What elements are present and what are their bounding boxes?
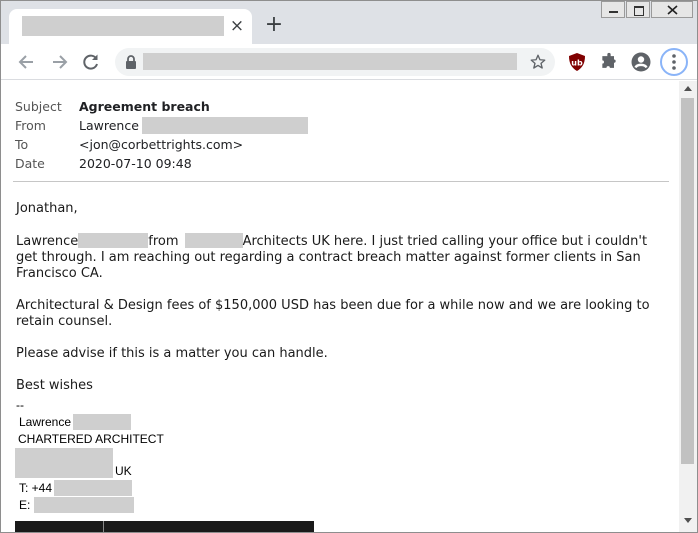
sig-email-redacted bbox=[34, 497, 135, 513]
forward-button[interactable] bbox=[48, 51, 70, 73]
minimize-button[interactable] bbox=[601, 1, 625, 18]
new-tab-button[interactable]: + bbox=[264, 14, 284, 36]
sig-address-redacted bbox=[15, 448, 113, 478]
close-window-button[interactable] bbox=[651, 1, 693, 18]
greeting: Jonathan, bbox=[16, 201, 78, 216]
header-divider bbox=[13, 181, 669, 182]
from-address-redacted bbox=[141, 117, 308, 134]
to-value: <jon@corbettrights.com> bbox=[79, 137, 244, 152]
company-logo-banner bbox=[15, 521, 314, 532]
profile-avatar-icon[interactable] bbox=[631, 52, 651, 72]
sig-country: UK bbox=[115, 464, 132, 478]
lock-icon bbox=[126, 55, 136, 69]
paragraph-2: Architectural & Design fees of $150,000 … bbox=[16, 298, 650, 329]
from-name: Lawrence bbox=[79, 118, 139, 133]
signature-block: -- Lawrence CHARTERED ARCHITECT UK T: +4… bbox=[15, 397, 165, 514]
ublock-origin-icon[interactable]: ub bbox=[567, 52, 587, 72]
scroll-thumb[interactable] bbox=[681, 98, 694, 464]
reload-button[interactable] bbox=[80, 51, 102, 73]
url-redacted bbox=[143, 53, 517, 70]
window-controls bbox=[601, 1, 693, 19]
back-button[interactable] bbox=[16, 51, 38, 73]
paragraph-3: Please advise if this is a matter you ca… bbox=[16, 346, 328, 361]
subject-value: Agreement breach bbox=[79, 99, 210, 114]
email-viewer: Subject Agreement breach From Lawrence T… bbox=[1, 81, 679, 532]
active-tab[interactable]: × bbox=[9, 9, 252, 44]
surname-redacted bbox=[78, 233, 149, 248]
sig-phone-redacted bbox=[54, 480, 133, 496]
sig-address-line: UK bbox=[15, 448, 162, 480]
svg-text:ub: ub bbox=[571, 59, 583, 68]
vertical-scrollbar[interactable] bbox=[679, 81, 697, 532]
back-arrow-icon bbox=[18, 55, 33, 69]
browser-window: × + ub Subject Agreement breach From Law… bbox=[0, 0, 698, 533]
email-body: Jonathan, Lawrence from Architects UK here… bbox=[16, 201, 666, 398]
tab-title-redacted bbox=[22, 16, 224, 36]
sig-surname-redacted bbox=[73, 414, 132, 430]
scroll-down-arrow-icon[interactable] bbox=[684, 518, 692, 523]
firm-name-redacted bbox=[184, 233, 243, 248]
sig-separator: -- bbox=[16, 398, 24, 412]
browser-toolbar: ub bbox=[1, 44, 697, 80]
kebab-menu-icon bbox=[672, 54, 676, 70]
forward-arrow-icon bbox=[53, 55, 68, 69]
date-value: 2020-07-10 09:48 bbox=[79, 156, 192, 171]
from-value: Lawrence bbox=[79, 116, 308, 135]
maximize-button[interactable] bbox=[626, 1, 650, 18]
bookmark-star-icon[interactable] bbox=[529, 53, 547, 71]
sig-title: CHARTERED ARCHITECT bbox=[18, 432, 164, 446]
puzzle-extensions-icon[interactable] bbox=[599, 52, 619, 72]
scroll-up-arrow-icon[interactable] bbox=[684, 86, 692, 91]
to-label: To bbox=[15, 137, 29, 152]
sig-email-line: E: bbox=[19, 497, 165, 514]
paragraph-1: Lawrence from Architects UK here. I just t… bbox=[16, 233, 648, 281]
sig-phone-line: T: +44 bbox=[19, 480, 165, 497]
subject-label: Subject bbox=[15, 99, 62, 114]
address-bar[interactable] bbox=[115, 48, 555, 76]
tab-close-icon[interactable]: × bbox=[229, 17, 245, 35]
close-icon bbox=[667, 5, 678, 15]
from-label: From bbox=[15, 118, 46, 133]
date-label: Date bbox=[15, 156, 45, 171]
sig-name-line: Lawrence bbox=[19, 414, 165, 431]
browser-menu-button[interactable] bbox=[660, 48, 688, 76]
tab-strip: × + bbox=[1, 1, 697, 44]
closing: Best wishes bbox=[16, 378, 93, 393]
reload-icon bbox=[83, 54, 98, 70]
